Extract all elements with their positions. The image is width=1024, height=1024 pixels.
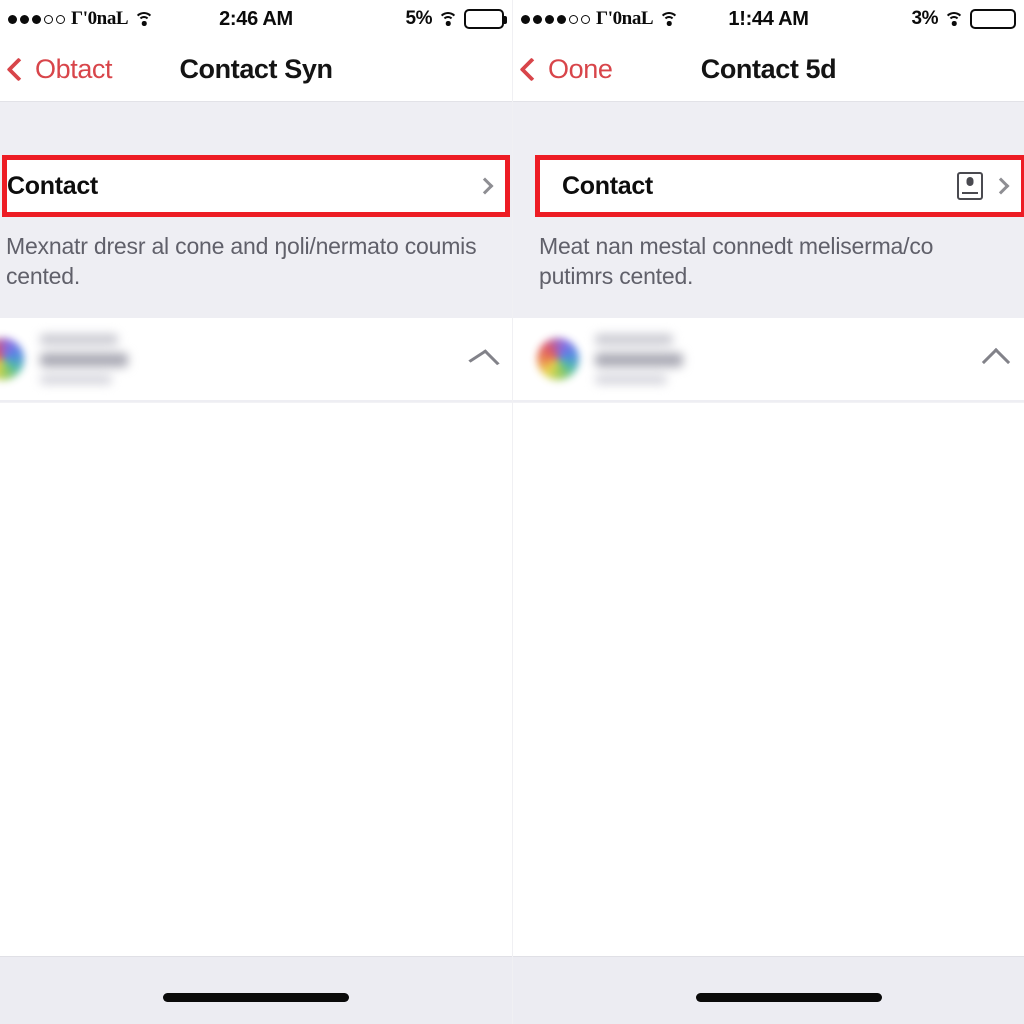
battery-percent-label: 3% [911, 8, 939, 29]
back-button-label: Obtact [35, 54, 113, 84]
chevron-left-icon [6, 57, 31, 82]
home-indicator[interactable] [695, 993, 882, 1002]
blurred-line-1 [40, 333, 118, 345]
back-button[interactable]: Oone [519, 54, 613, 85]
back-button-label: Oone [548, 54, 613, 84]
contact-row-wrapper: Contact [513, 155, 1024, 217]
top-spacer [0, 102, 512, 155]
phone-screen-right: Γ'0naL 1!:44 AM 3% Oone Contact 5d Conta… [512, 0, 1024, 1024]
back-button[interactable]: Obtact [6, 54, 113, 85]
signal-strength-icon [521, 14, 590, 24]
status-bar-left: Γ'0naL 2:46 AM 5% [0, 0, 512, 38]
row-accessories [476, 177, 494, 195]
content-area-right: Contact Meat nan mestal connedt meliserm… [513, 102, 1024, 1024]
chevron-left-icon [519, 57, 544, 82]
contact-description: Mexnatr dresr al cone and ŋoli/nermato c… [6, 233, 477, 290]
blurred-text-lines [40, 333, 128, 384]
status-bar-right-group: 3% [912, 8, 1016, 30]
blurred-line-2 [40, 352, 128, 367]
contact-row-label: Contact [562, 171, 653, 200]
content-area-left: Contact Mexnatr dresr al cone and ŋoli/n… [0, 102, 512, 1024]
chevron-right-icon[interactable] [992, 177, 1010, 195]
carrier-label: Γ'0naL [71, 8, 129, 29]
chevron-up-icon[interactable] [468, 349, 500, 375]
status-bar-right: Γ'0naL 1!:44 AM 3% [513, 0, 1024, 38]
contact-row-highlighted[interactable]: Contact [535, 155, 1024, 217]
blurred-contact-item[interactable] [0, 317, 512, 400]
battery-icon [464, 9, 507, 29]
row-accessories [957, 172, 1010, 200]
chevron-up-icon[interactable] [981, 347, 1011, 376]
top-spacer [513, 102, 1024, 155]
contact-row-highlighted[interactable]: Contact [2, 155, 510, 217]
blurred-line-2 [595, 352, 683, 367]
blurred-contact-item[interactable] [513, 317, 1024, 400]
wifi-icon [944, 11, 964, 27]
nav-bar-right: Oone Contact 5d [513, 38, 1024, 102]
contact-description: Meat nan mestal connedt meliserma/co put… [539, 233, 934, 290]
wifi-icon [659, 11, 680, 27]
blurred-line-3 [40, 374, 112, 384]
bottom-bar-left [0, 956, 512, 1024]
lower-white-sheet [0, 402, 512, 956]
nav-bar-left: Obtact Contact Syn [0, 38, 512, 102]
contact-row-wrapper: Contact [0, 155, 512, 217]
signal-strength-icon [8, 14, 65, 24]
carrier-label: Γ'0naL [596, 8, 654, 29]
battery-percent-label: 5% [405, 8, 433, 29]
battery-icon [970, 9, 1016, 29]
status-bar-left-group: Γ'0naL [8, 8, 155, 30]
avatar [0, 337, 24, 380]
wifi-icon [134, 11, 155, 27]
blurred-text-lines [595, 333, 683, 384]
contact-row-label: Contact [7, 171, 98, 200]
avatar [537, 337, 579, 380]
blurred-line-3 [595, 374, 667, 384]
home-indicator[interactable] [163, 993, 349, 1002]
phone-screen-left: Γ'0naL 2:46 AM 5% Obtact Contact Syn Con… [0, 0, 512, 1024]
contact-card-icon[interactable] [957, 172, 983, 200]
status-bar-left-group: Γ'0naL [521, 8, 680, 30]
chevron-right-icon[interactable] [476, 177, 494, 195]
wifi-icon [438, 11, 458, 27]
screenshot-stage: Γ'0naL 2:46 AM 5% Obtact Contact Syn Con… [0, 0, 1024, 1024]
blurred-line-1 [595, 333, 673, 345]
lower-white-sheet [513, 402, 1024, 956]
bottom-bar-right [513, 956, 1024, 1024]
status-bar-right-group: 5% [405, 8, 507, 30]
